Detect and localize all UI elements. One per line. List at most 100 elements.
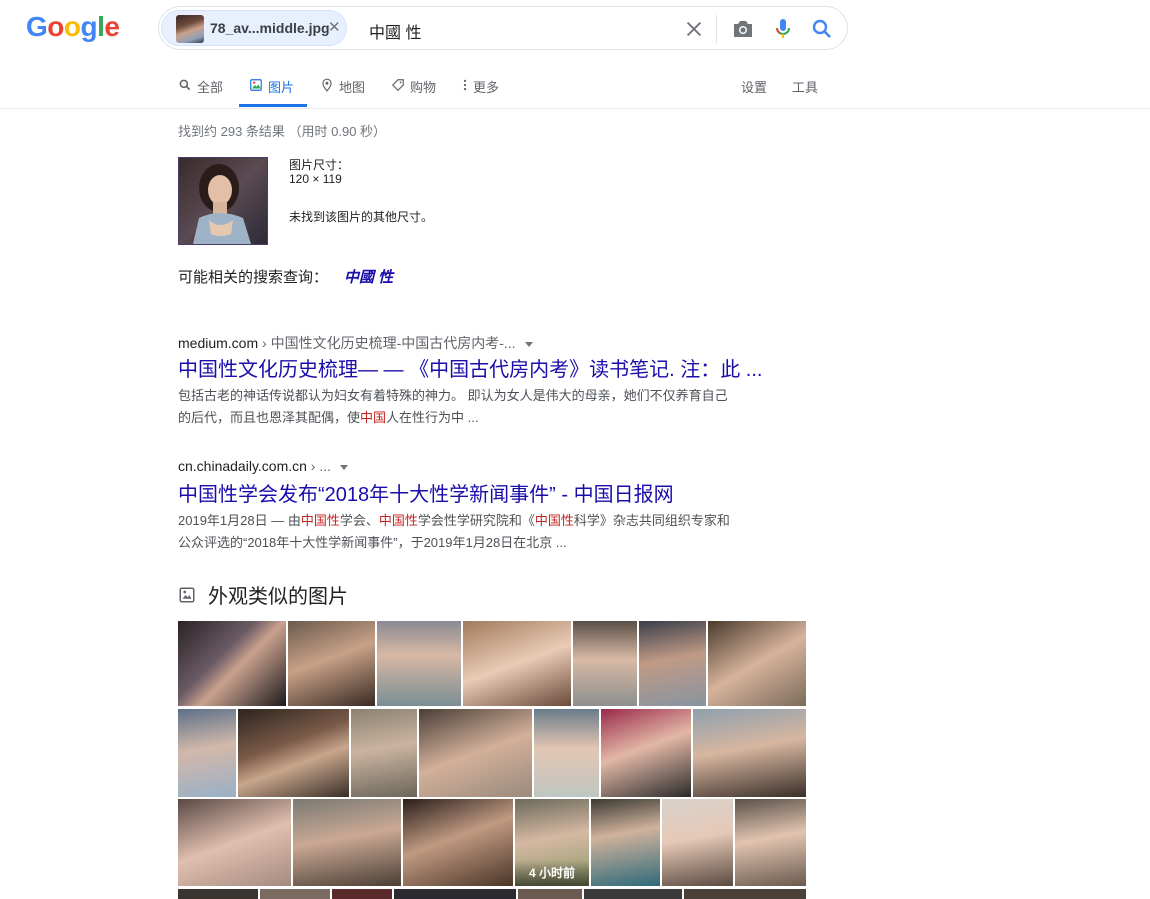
similar-image-thumbnail[interactable] [178, 889, 258, 899]
snippet-line: 包括古老的神话传说都认为妇女有着特殊的神力。 即认为女人是伟大的母亲，她们不仅养… [178, 388, 728, 403]
result-snippet: 2019年1月28日 — 由中国性学会、中国性学会性学研究院和《中国性科学》杂志… [178, 510, 788, 554]
tools-label: 工具 [792, 80, 819, 95]
chip-remove-icon[interactable]: ✕ [328, 18, 341, 36]
search-box[interactable]: 78_av...middle.jpg ✕ 中國 性 [158, 6, 848, 50]
search-icon [179, 79, 191, 91]
best-guess-link[interactable]: 中國 性 [344, 266, 393, 287]
result-path: › 中国性文化历史梳理-中国古代房内考-... [258, 335, 516, 351]
search-image-chip[interactable]: 78_av...middle.jpg ✕ [161, 10, 347, 46]
logo-letter: e [104, 11, 120, 42]
settings-link[interactable]: 设置 [741, 74, 767, 107]
image-icon [179, 587, 195, 602]
tab-shopping-label: 购物 [410, 80, 437, 95]
similar-image-thumbnail[interactable] [639, 621, 706, 706]
image-size-value: 120 × 119 [289, 172, 342, 186]
similar-image-thumbnail[interactable] [419, 709, 532, 797]
dropdown-caret-icon[interactable] [524, 341, 533, 347]
snippet-date: 2019年1月28日 — 由 [178, 513, 301, 528]
no-other-sizes-text: 未找到该图片的其他尺寸。 [289, 210, 434, 224]
dropdown-caret-icon[interactable] [340, 464, 349, 470]
image-size-label: 图片尺寸： [289, 158, 350, 172]
tab-maps-label: 地图 [339, 80, 366, 95]
similar-image-thumbnail[interactable] [708, 621, 806, 706]
result-domain: cn.chinadaily.com.cn [178, 458, 307, 474]
similar-image-thumbnail[interactable] [288, 621, 375, 706]
similar-image-thumbnail[interactable] [403, 799, 513, 886]
logo-letter: G [26, 11, 48, 42]
similar-image-thumbnail[interactable] [518, 889, 582, 899]
similar-image-thumbnail[interactable]: 4 小时前 [515, 799, 589, 886]
similar-image-thumbnail[interactable] [293, 799, 401, 886]
tab-more[interactable]: 更多 [462, 74, 499, 107]
mic-icon[interactable] [771, 17, 795, 41]
similar-image-thumbnail[interactable] [178, 799, 291, 886]
settings-label: 设置 [741, 80, 768, 95]
google-logo[interactable]: Google [26, 11, 120, 43]
result-cite: cn.chinadaily.com.cn › ... [178, 458, 788, 478]
logo-letter: l [97, 11, 105, 42]
result-stats: 找到约 293 条结果 （用时 0.90 秒） [178, 124, 387, 139]
query-image-thumbnail[interactable] [178, 157, 268, 245]
more-vert-icon [463, 79, 467, 91]
tab-all-label: 全部 [197, 80, 224, 95]
close-icon[interactable] [683, 18, 705, 40]
similar-image-thumbnail[interactable] [573, 621, 637, 706]
similar-images-title: 外观类似的图片 [208, 586, 348, 608]
similar-image-thumbnail[interactable] [662, 799, 733, 886]
similar-image-thumbnail[interactable] [351, 709, 417, 797]
similar-image-thumbnail[interactable] [684, 889, 806, 899]
similar-image-thumbnail[interactable] [463, 621, 571, 706]
similar-image-thumbnail[interactable] [178, 621, 286, 706]
result-title-link[interactable]: 中国性学会发布“2018年十大性学新闻事件” - 中国日报网 [178, 482, 788, 508]
tab-all[interactable]: 全部 [178, 74, 223, 107]
result-path: › ... [306, 458, 332, 474]
search-result: cn.chinadaily.com.cn › ... 中国性学会发布“2018年… [178, 458, 788, 554]
similar-image-thumbnail[interactable] [394, 889, 516, 899]
result-title-link[interactable]: 中国性文化历史梳理— — 《中国古代房内考》读书笔记. 注：此 ... [178, 357, 788, 383]
similar-image-thumbnail[interactable] [260, 889, 330, 899]
search-icon[interactable] [810, 17, 834, 41]
snippet-text: 人在性行为中 ... [386, 410, 479, 425]
tab-more-label: 更多 [473, 80, 500, 95]
logo-letter: g [80, 11, 98, 42]
snippet-highlight: 中国性 [300, 513, 340, 528]
similar-image-thumbnail[interactable] [735, 799, 806, 886]
similar-image-thumbnail[interactable] [693, 709, 806, 797]
search-input[interactable]: 中國 性 [369, 19, 421, 43]
snippet-text: 学会、 [339, 513, 379, 528]
tab-images-label: 图片 [268, 80, 295, 95]
search-result: medium.com › 中国性文化历史梳理-中国古代房内考-... 中国性文化… [178, 333, 788, 429]
similar-images-grid: 4 小时前 [178, 621, 806, 899]
location-pin-icon [322, 78, 332, 92]
result-snippet: 包括古老的神话传说都认为妇女有着特殊的神力。 即认为女人是伟大的母亲，她们不仅养… [178, 385, 788, 429]
tab-maps[interactable]: 地图 [320, 74, 365, 107]
snippet-text: 科学》杂志共同组织专家和 [573, 513, 730, 528]
snippet-highlight: 中国 [360, 410, 387, 425]
similar-image-thumbnail[interactable] [584, 889, 682, 899]
result-cite: medium.com › 中国性文化历史梳理-中国古代房内考-... [178, 333, 788, 353]
tab-images[interactable]: 图片 [239, 74, 307, 107]
similar-image-thumbnail[interactable] [534, 709, 599, 797]
similar-image-thumbnail[interactable] [601, 709, 691, 797]
snippet-text: 学会性学研究院和《 [417, 513, 535, 528]
similar-image-thumbnail[interactable] [591, 799, 660, 886]
similar-image-thumbnail[interactable] [332, 889, 392, 899]
similar-image-thumbnail[interactable] [178, 709, 236, 797]
snippet-text: 的后代，而且也恩泽其配偶，使 [178, 410, 361, 425]
search-divider [716, 15, 717, 43]
result-domain: medium.com [178, 335, 259, 351]
search-tabs: 全部 图片 地图 购物 更多 设置 工具 [0, 74, 1150, 109]
image-icon [250, 79, 262, 91]
similar-images-heading: 外观类似的图片 [178, 580, 348, 609]
camera-icon[interactable] [731, 17, 755, 41]
snippet-highlight: 中国性 [534, 513, 574, 528]
similar-image-thumbnail[interactable] [377, 621, 461, 706]
tools-link[interactable]: 工具 [792, 74, 818, 107]
similar-image-thumbnail[interactable] [238, 709, 349, 797]
snippet-line: 公众评选的“2018年十大性学新闻事件”，于2019年1月28日在北京 ... [178, 535, 567, 550]
tab-shopping[interactable]: 购物 [391, 74, 436, 107]
chip-filename: 78_av...middle.jpg [210, 20, 330, 36]
snippet-highlight: 中国性 [378, 513, 418, 528]
tag-icon [391, 79, 404, 92]
logo-letter: o [63, 11, 81, 42]
